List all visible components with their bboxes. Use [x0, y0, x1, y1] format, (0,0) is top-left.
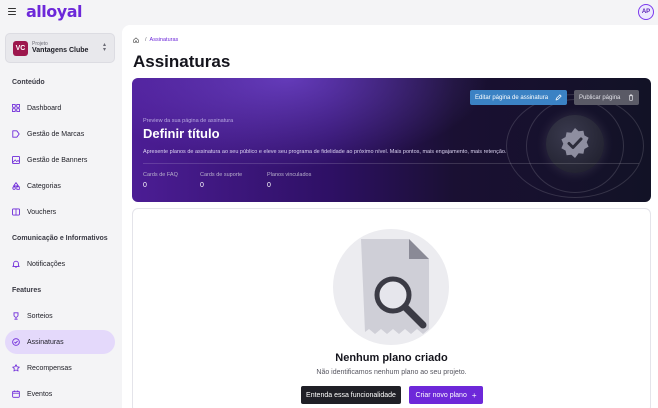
breadcrumb-separator: /: [145, 37, 147, 43]
page-title: Assinaturas: [133, 52, 231, 71]
bell-icon: [12, 260, 20, 268]
sidebar-item-label: Gestão de Marcas: [27, 130, 85, 138]
calendar-icon: [12, 390, 20, 398]
plus-icon: +: [471, 390, 477, 400]
sidebar-item-categories[interactable]: Categorias: [5, 174, 115, 198]
stat-label: Cards de FAQ: [143, 172, 178, 178]
sidebar-item-brands[interactable]: Gestão de Marcas: [5, 122, 115, 146]
stat-value: 0: [267, 182, 271, 189]
sidebar-item-label: Sorteios: [27, 312, 53, 320]
empty-state-title: Nenhum plano criado: [335, 352, 448, 364]
sidebar-item-events[interactable]: Eventos: [5, 382, 115, 406]
stat-value: 0: [200, 182, 204, 189]
stat-support-cards: Cards de suporte 0: [200, 172, 242, 189]
sidebar-item-notifications[interactable]: Notificações: [5, 252, 115, 276]
trophy-icon: [12, 312, 20, 320]
project-name: Vantagens Clube: [32, 47, 89, 54]
stat-faq-cards: Cards de FAQ 0: [143, 172, 178, 189]
stat-label: Cards de suporte: [200, 172, 243, 178]
stat-linked-plans: Planos vinculados 0: [267, 172, 311, 189]
sidebar-section-content: Conteúdo: [12, 79, 45, 86]
chevron-up-down-icon: ▴ ▾: [102, 42, 106, 53]
publish-page-button[interactable]: Publicar página: [574, 90, 639, 105]
brand-logo[interactable]: alloyal: [26, 2, 82, 21]
publish-button-label: Publicar página: [579, 94, 621, 101]
project-logo: VC: [13, 41, 28, 56]
badge-check-icon: [12, 338, 20, 346]
sidebar-item-label: Eventos: [27, 390, 53, 398]
pencil-icon: [555, 94, 562, 101]
sidebar-item-label: Dashboard: [27, 104, 62, 112]
star-icon: [12, 364, 20, 372]
tag-icon: [12, 130, 20, 138]
sidebar-item-label: Recompensas: [27, 364, 72, 372]
breadcrumb-current[interactable]: Assinaturas: [150, 37, 179, 43]
sidebar-section-communication: Comunicação e Informativos: [12, 235, 108, 242]
edit-subscription-page-button[interactable]: Editar página de assinatura: [470, 90, 567, 105]
sidebar-item-dashboard[interactable]: Dashboard: [5, 96, 115, 120]
preview-kicker: Preview da sua página de assinatura: [143, 118, 234, 124]
sidebar-item-label: Notificações: [27, 260, 66, 268]
create-plan-label: Criar novo plano: [415, 391, 467, 399]
learn-feature-button[interactable]: Entenda essa funcionalidade: [301, 386, 401, 404]
image-icon: [12, 156, 20, 164]
preview-title: Definir título: [143, 126, 220, 141]
empty-state-title-row: Nenhum plano criado: [0, 352, 658, 364]
shapes-icon: [12, 182, 20, 190]
trash-icon: [628, 94, 634, 101]
home-icon[interactable]: [133, 37, 139, 43]
grid-icon: [12, 104, 20, 112]
breadcrumb: / Assinaturas: [133, 37, 178, 43]
empty-state-description: Não identificamos nenhum plano ao seu pr…: [316, 369, 467, 376]
stat-label: Planos vinculados: [267, 172, 312, 178]
document-search-icon: [361, 239, 429, 334]
ticket-icon: [12, 208, 20, 216]
sidebar-item-subscriptions[interactable]: Assinaturas: [5, 330, 115, 354]
edit-button-label: Editar página de assinatura: [475, 94, 549, 101]
verified-badge-icon: [546, 115, 604, 173]
sidebar-item-vouchers[interactable]: Vouchers: [5, 200, 115, 224]
sidebar-item-banners[interactable]: Gestão de Banners: [5, 148, 115, 172]
hero-divider: [143, 163, 639, 164]
sidebar-item-raffles[interactable]: Sorteios: [5, 304, 115, 328]
project-selector[interactable]: VC Projeto Vantagens Clube ▴ ▾: [5, 33, 115, 63]
sidebar-item-label: Assinaturas: [27, 338, 64, 346]
menu-icon[interactable]: [8, 8, 16, 15]
sidebar-item-label: Vouchers: [27, 208, 57, 216]
stat-value: 0: [143, 182, 147, 189]
sidebar-item-label: Categorias: [27, 182, 61, 190]
sidebar-item-label: Gestão de Banners: [27, 156, 88, 164]
create-plan-button[interactable]: Criar novo plano +: [409, 386, 483, 404]
user-avatar[interactable]: AP: [638, 4, 654, 20]
top-bar: alloyal AP: [0, 0, 658, 24]
sidebar-section-features: Features: [12, 287, 42, 294]
preview-description: Apresente planos de assinatura ao seu pú…: [143, 149, 507, 155]
